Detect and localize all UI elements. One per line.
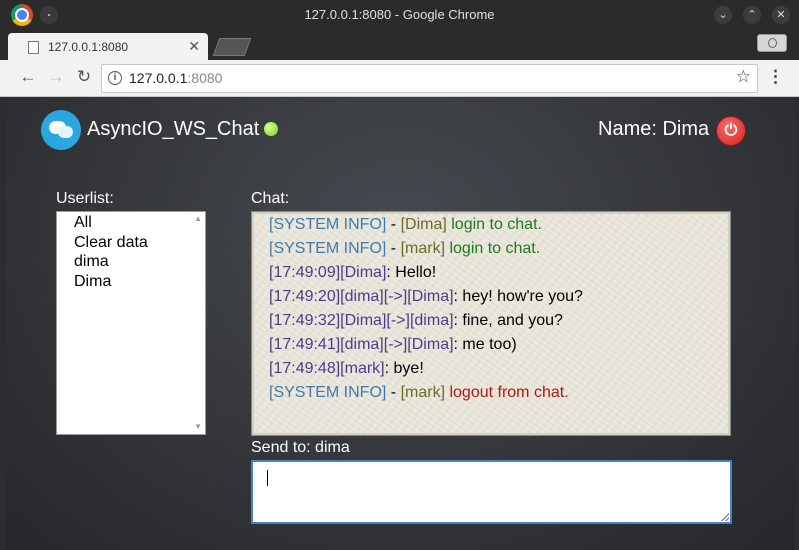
bookmark-star-icon[interactable]: ☆	[736, 67, 751, 87]
back-icon[interactable]: ←	[18, 67, 38, 87]
chat-message: [SYSTEM INFO] - [Dima] login to chat.	[269, 216, 542, 233]
chat-message: [SYSTEM INFO] - [mark] logout from chat.	[269, 384, 569, 401]
minimize-button[interactable]: ⌄	[714, 6, 732, 24]
chat-logo-icon	[41, 110, 81, 150]
speech-bubble-shape	[58, 126, 73, 138]
url-port: :8080	[187, 70, 223, 86]
text-caret	[267, 470, 268, 486]
userlist-item[interactable]: All	[57, 213, 205, 233]
scroll-down-arrow-icon[interactable]: ▼	[194, 422, 202, 431]
userlist-select[interactable]: All Clear data dima Dima ▲ ▼	[56, 211, 206, 435]
userlist-item[interactable]: Clear data	[57, 233, 205, 253]
window-title: 127.0.0.1:8080 - Google Chrome	[304, 7, 495, 22]
new-tab-button[interactable]	[212, 38, 252, 56]
maximize-button[interactable]: ⌃	[743, 6, 761, 24]
browser-menu-icon[interactable]: ⋮	[767, 67, 784, 87]
app-title: AsyncIO_WS_Chat	[87, 118, 260, 140]
online-status-icon	[264, 122, 278, 136]
browser-toolbar: ← → ↻ i 127.0.0.1:8080 ☆ ⋮	[0, 60, 799, 97]
logout-power-icon[interactable]: ⏻	[716, 116, 746, 146]
profile-icon[interactable]	[757, 34, 787, 52]
tab-title: 127.0.0.1:8080	[48, 40, 129, 54]
send-to-label: Send to: dima	[251, 439, 350, 456]
page-icon	[28, 41, 39, 54]
scroll-up-arrow-icon[interactable]: ▲	[194, 214, 202, 223]
resize-grip-icon[interactable]	[721, 513, 729, 521]
chat-message: [17:49:41][dima][->][Dima]: me too)	[269, 336, 517, 353]
chat-message: [17:49:32][Dima][->][dima]: fine, and yo…	[269, 312, 563, 329]
userlist-item[interactable]: Dima	[57, 272, 205, 292]
address-bar[interactable]: i 127.0.0.1:8080 ☆	[101, 64, 758, 93]
site-info-icon[interactable]: i	[108, 71, 122, 85]
userlist-item[interactable]: dima	[57, 252, 205, 272]
close-window-button[interactable]: ✕	[772, 6, 790, 24]
forward-icon[interactable]: →	[46, 67, 66, 87]
url-text[interactable]: 127.0.0.1:8080	[129, 70, 222, 86]
userlist-label: Userlist:	[56, 190, 114, 207]
url-host: 127.0.0.1	[129, 70, 188, 86]
tab-strip: 127.0.0.1:8080 ✕	[0, 30, 799, 60]
chat-label: Chat:	[251, 190, 290, 207]
chat-message: [17:49:09][Dima]: Hello!	[269, 264, 437, 281]
window-title-bar: 127.0.0.1:8080 - Google Chrome ⌄ ⌃ ✕	[0, 0, 799, 30]
browser-tab[interactable]: 127.0.0.1:8080 ✕	[8, 33, 208, 60]
user-name-label: Name: Dima	[598, 118, 710, 140]
reload-icon[interactable]: ↻	[74, 67, 94, 87]
chat-log: [SYSTEM INFO] - [Dima] login to chat. [S…	[251, 211, 731, 436]
message-input[interactable]	[251, 460, 732, 524]
chat-message: [17:49:48][mark]: bye!	[269, 360, 424, 377]
chat-message: [SYSTEM INFO] - [mark] login to chat.	[269, 240, 541, 257]
tab-close-icon[interactable]: ✕	[188, 38, 200, 55]
chat-message: [17:49:20][dima][->][Dima]: hey! how're …	[269, 288, 583, 305]
page-content: AsyncIO_WS_Chat Name: Dima ⏻ Userlist: A…	[6, 97, 795, 550]
